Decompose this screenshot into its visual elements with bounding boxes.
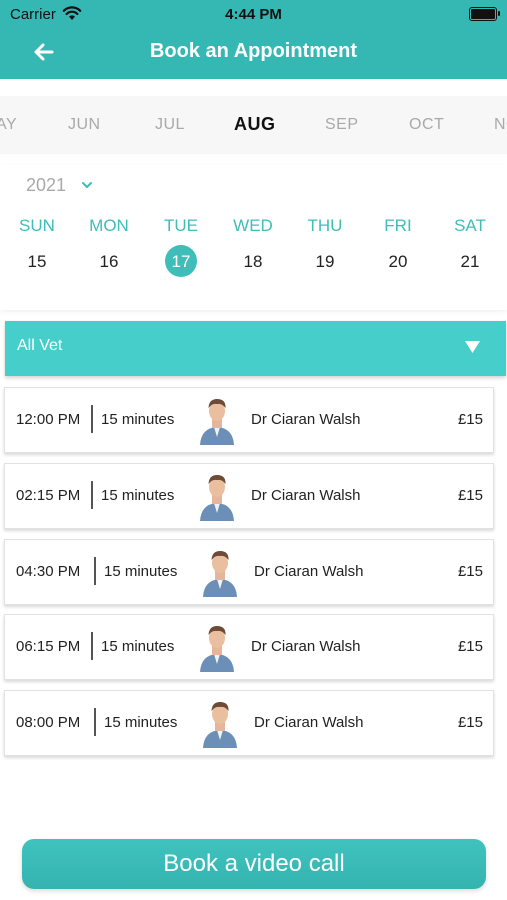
month-item[interactable]: AY: [0, 116, 17, 134]
month-item[interactable]: SEP: [325, 116, 359, 134]
appointment-row[interactable]: 08:00 PM 15 minutes Dr Ciaran Walsh £15: [4, 690, 494, 756]
day-number[interactable]: 21: [435, 252, 505, 272]
vet-name: Dr Ciaran Walsh: [251, 638, 361, 655]
divider: [94, 557, 96, 585]
divider: [91, 405, 93, 433]
page-title: Book an Appointment: [149, 40, 358, 62]
day-name: SUN: [19, 216, 55, 235]
day-number[interactable]: 19: [290, 252, 360, 272]
vet-avatar: [203, 551, 237, 597]
battery-icon: [469, 7, 500, 21]
year-selector[interactable]: 2021: [26, 175, 66, 196]
appointment-row[interactable]: 12:00 PM 15 minutes Dr Ciaran Walsh £15: [4, 387, 494, 453]
day-number[interactable]: 20: [363, 252, 433, 272]
appointment-duration: 15 minutes: [101, 411, 175, 428]
day-number[interactable]: 15: [2, 252, 72, 272]
vet-avatar: [200, 626, 234, 672]
appointment-price: £15: [457, 411, 483, 428]
appointment-time: 12:00 PM: [16, 411, 81, 428]
chevron-down-icon[interactable]: [81, 180, 93, 190]
month-selector[interactable]: AY JUN JUL AUG SEP OCT NO: [0, 96, 507, 154]
divider: [91, 481, 93, 509]
month-item[interactable]: OCT: [409, 116, 444, 134]
appointment-duration: 15 minutes: [104, 563, 178, 580]
appointment-price: £15: [457, 714, 483, 731]
appointment-row[interactable]: 04:30 PM 15 minutes Dr Ciaran Walsh £15: [4, 539, 494, 605]
appointment-row[interactable]: 06:15 PM 15 minutes Dr Ciaran Walsh £15: [4, 614, 494, 680]
month-item[interactable]: NO: [494, 116, 507, 134]
appointment-price: £15: [457, 638, 483, 655]
vet-name: Dr Ciaran Walsh: [251, 487, 361, 504]
vet-avatar: [203, 702, 237, 748]
month-item-active[interactable]: AUG: [234, 114, 276, 135]
day-number-selected[interactable]: 17: [146, 252, 216, 272]
appointment-duration: 15 minutes: [104, 714, 178, 731]
vet-avatar: [200, 475, 234, 521]
day-name: SAT: [454, 216, 486, 235]
day-name: THU: [307, 216, 343, 235]
day-number[interactable]: 16: [74, 252, 144, 272]
vet-filter-label: All Vet: [17, 337, 63, 354]
book-video-call-button[interactable]: Book a video call: [22, 839, 486, 889]
day-name: TUE: [164, 216, 198, 235]
appointment-price: £15: [457, 487, 483, 504]
divider: [94, 708, 96, 736]
vet-avatar: [200, 399, 234, 445]
caret-down-icon: [465, 341, 480, 353]
appointment-time: 06:15 PM: [16, 638, 81, 655]
clock-time: 4:44 PM: [225, 6, 282, 23]
appointment-row[interactable]: 02:15 PM 15 minutes Dr Ciaran Walsh £15: [4, 463, 494, 529]
status-bar: Carrier 4:44 PM: [0, 0, 507, 28]
day-name: WED: [233, 216, 273, 235]
week-calendar: [0, 165, 507, 310]
appointment-time: 04:30 PM: [16, 563, 81, 580]
vet-filter-dropdown[interactable]: All Vet: [5, 321, 506, 376]
divider: [91, 632, 93, 660]
vet-name: Dr Ciaran Walsh: [254, 714, 364, 731]
appointment-time: 02:15 PM: [16, 487, 81, 504]
vet-name: Dr Ciaran Walsh: [251, 411, 361, 428]
app-header: Carrier 4:44 PM Book an Appointment: [0, 0, 507, 79]
month-item[interactable]: JUL: [155, 116, 185, 134]
month-item[interactable]: JUN: [68, 116, 101, 134]
appointment-time: 08:00 PM: [16, 714, 81, 731]
appointment-duration: 15 minutes: [101, 638, 175, 655]
day-name: MON: [89, 216, 129, 235]
appointment-price: £15: [457, 563, 483, 580]
vet-name: Dr Ciaran Walsh: [254, 563, 364, 580]
day-name: FRI: [384, 216, 412, 235]
day-number[interactable]: 18: [218, 252, 288, 272]
appointment-duration: 15 minutes: [101, 487, 175, 504]
